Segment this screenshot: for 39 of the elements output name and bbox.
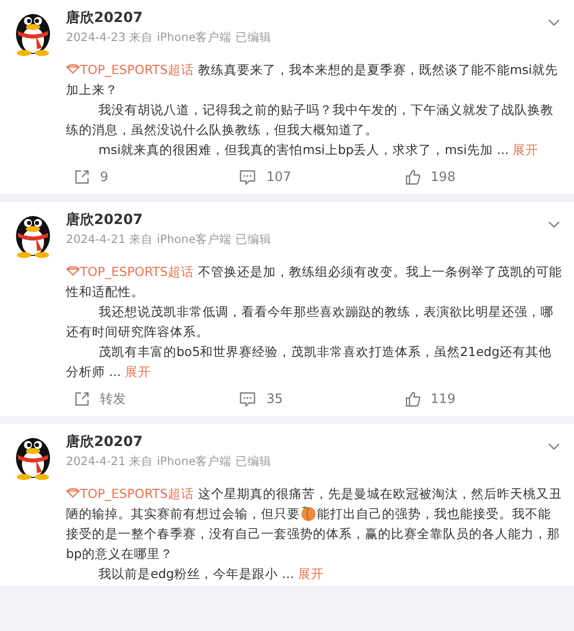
diamond-icon <box>66 266 80 276</box>
like-button[interactable]: 119 <box>396 391 562 407</box>
expand-link[interactable]: 展开 <box>124 364 151 379</box>
share-icon <box>74 391 90 407</box>
post-text: TOP_ESPORTS超话 这个星期真的很痛苦，先是曼城在欧冠被淘汰，然后昨天桃又丑陋的输掉。其实赛前有想过会输，但只要 能打出自己的强势，我也能接受。我不能接受的是一整个春季赛，没有自己一套强势的体系，赢的比赛全靠队员的各人能力，那bp的意义在哪里？ <box>66 485 562 563</box>
diamond-icon <box>66 488 80 498</box>
thumbs-up-icon <box>404 169 421 185</box>
post-text: TOP_ESPORTS超话 不管换还是加，教练组必须有改变。我上一条例举了茂凯的可能性和适配性。 <box>66 263 562 301</box>
post-text: msi就来真的很困难，但我真的害怕msi上bp丢人，求求了，msi先加 ... 展开 <box>98 141 540 159</box>
diamond-icon <box>66 64 80 74</box>
username[interactable]: 唐欣20207 <box>66 9 548 28</box>
username[interactable]: 唐欣20207 <box>66 433 548 452</box>
post-meta: 2024-4-23 来自 iPhone客户端 已编辑 <box>66 29 272 46</box>
post-meta: 2024-4-21 来自 iPhone客户端 已编辑 <box>66 453 272 470</box>
peach-emoji-icon <box>300 505 317 521</box>
comment-button[interactable]: 35 <box>231 391 397 407</box>
post-text: 我没有胡说八道，记得我之前的贴子吗？我中午发的，下午涵义就发了战队换教练的消息，虽然没说什么队换教练，但我大概知道了。 <box>66 101 554 139</box>
post-text: 我以前是edg粉丝，今年是跟小 ... 展开 <box>98 565 325 583</box>
comment-button[interactable]: 107 <box>231 169 397 185</box>
post-meta: 2024-4-21 来自 iPhone客户端 已编辑 <box>66 231 272 248</box>
post-text: 茂凯有丰富的bo5和世界赛经验，茂凯非常喜欢打造体系，虽然21edg还有其他分析师 ... 展开 <box>66 343 553 381</box>
repost-button[interactable]: 转发 <box>66 390 232 408</box>
repost-button[interactable]: 9 <box>66 169 232 185</box>
thumbs-up-icon <box>404 391 421 407</box>
share-icon <box>74 169 90 185</box>
post-text: TOP_ESPORTS超话 教练真要来了，我本来想的是夏季赛，既然谈了能不能msi就先加上来？ <box>66 61 559 99</box>
expand-link[interactable]: 展开 <box>298 566 324 581</box>
comment-icon <box>239 169 256 185</box>
chevron-down-icon[interactable] <box>548 19 560 27</box>
like-button[interactable]: 198 <box>396 169 562 185</box>
username[interactable]: 唐欣20207 <box>66 211 548 230</box>
topic-link[interactable]: TOP_ESPORTS超话 <box>66 486 194 501</box>
chevron-down-icon[interactable] <box>548 443 560 451</box>
chevron-down-icon[interactable] <box>548 221 560 229</box>
post-text: 我还想说茂凯非常低调，看看今年那些喜欢蹦跶的教练，表演欲比明星还强，哪还有时间研究阵容体系。 <box>66 303 554 341</box>
topic-link[interactable]: TOP_ESPORTS超话 <box>66 62 194 77</box>
comment-icon <box>239 391 256 407</box>
topic-link[interactable]: TOP_ESPORTS超话 <box>66 264 194 279</box>
expand-link[interactable]: 展开 <box>512 142 539 157</box>
